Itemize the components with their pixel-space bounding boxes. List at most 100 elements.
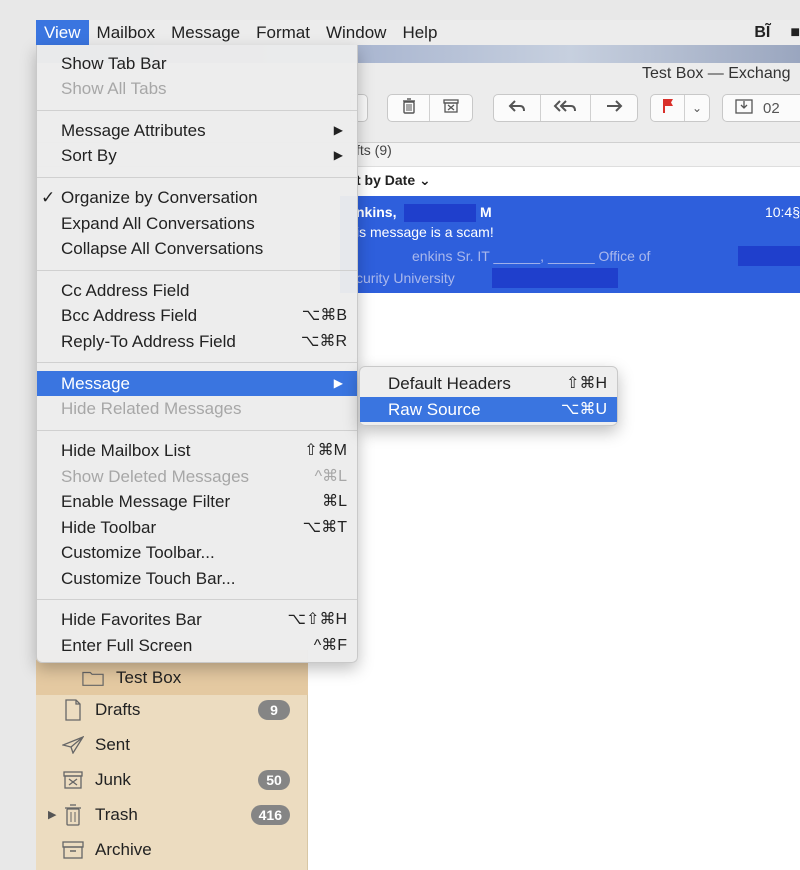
chevron-down-icon: ⌄: [691, 101, 703, 115]
menu-item-label: Raw Source: [388, 400, 481, 419]
status-menu-icon[interactable]: BĨ: [754, 24, 770, 42]
mailbox-sidebar: Test Box Drafts 9 Sent Junk 50 ▶ Trash 4…: [36, 650, 308, 870]
message-preview-line-2: curity University: [356, 270, 455, 286]
menu-item-label: Hide Related Messages: [61, 399, 242, 418]
menu-item-label: Collapse All Conversations: [61, 239, 264, 258]
menu-item-label: Message Attributes: [61, 121, 206, 140]
menu-item-label: Hide Toolbar: [61, 518, 157, 537]
menu-help[interactable]: Help: [394, 20, 445, 45]
reply-button[interactable]: [495, 95, 541, 121]
menu-item-organize-by-conversation[interactable]: ✓ Organize by Conversation: [37, 185, 357, 210]
menu-item-customize-touch-bar[interactable]: Customize Touch Bar...: [37, 566, 357, 591]
menu-item-message-attributes[interactable]: Message Attributes ▶: [37, 118, 357, 143]
menu-item-show-tab-bar[interactable]: Show Tab Bar: [37, 51, 357, 76]
message-preview-line-1: enkins Sr. IT ______, ______ Office of: [412, 248, 651, 264]
menu-item-bcc-address-field[interactable]: Bcc Address Field ⌥⌘B: [37, 303, 357, 328]
menu-extras: BĨ ■: [754, 20, 800, 45]
menu-item-sort-by[interactable]: Sort By ▶: [37, 143, 357, 168]
menu-item-enable-message-filter[interactable]: Enable Message Filter ⌘L: [37, 489, 357, 514]
menu-item-collapse-all-conversations[interactable]: Collapse All Conversations: [37, 236, 357, 261]
menu-item-default-headers[interactable]: Default Headers ⇧⌘H: [360, 371, 617, 396]
message-sender: nkins,: [356, 204, 397, 220]
keyboard-shortcut: ⌥⌘R: [301, 333, 347, 350]
menu-separator: [37, 110, 357, 111]
menu-mailbox[interactable]: Mailbox: [89, 20, 164, 45]
move-to-button[interactable]: 02: [722, 94, 800, 122]
junk-button[interactable]: [430, 95, 472, 121]
delete-button[interactable]: [388, 95, 430, 121]
keyboard-shortcut: ⌥⌘T: [302, 519, 347, 536]
reply-group: [493, 94, 638, 122]
submenu-arrow-icon: ▶: [333, 123, 343, 137]
flag-group: ⌄: [650, 94, 710, 122]
delete-junk-group: [387, 94, 473, 122]
sidebar-item-sent[interactable]: Sent: [36, 727, 308, 762]
message-row-selected[interactable]: nkins, M 10:4§ is message is a scam! enk…: [340, 196, 800, 293]
menu-item-enter-full-screen[interactable]: Enter Full Screen ^⌘F: [37, 633, 357, 658]
view-menu: Show Tab Bar Show All Tabs Message Attri…: [36, 45, 358, 663]
menu-window[interactable]: Window: [318, 20, 394, 45]
unread-count-badge: 416: [250, 804, 290, 825]
draft-icon: [62, 698, 84, 721]
menu-item-show-all-tabs: Show All Tabs: [37, 76, 357, 101]
forward-button[interactable]: [591, 95, 637, 121]
disclosure-triangle-icon[interactable]: ▶: [48, 808, 56, 821]
menu-separator: [37, 430, 357, 431]
menu-item-label: Reply-To Address Field: [61, 332, 236, 351]
forward-arrow-icon: [605, 99, 623, 117]
archive-icon: [62, 839, 84, 861]
junk-icon: [443, 99, 459, 117]
sidebar-item-label: Archive: [95, 839, 152, 859]
menu-message[interactable]: Message: [163, 20, 248, 45]
menu-item-label: Expand All Conversations: [61, 214, 255, 233]
menu-item-label: Sort By: [61, 146, 117, 165]
reply-all-button[interactable]: [541, 95, 591, 121]
move-to-mailbox-icon: [735, 98, 753, 118]
menu-item-raw-source[interactable]: Raw Source ⌥⌘U: [360, 397, 617, 422]
flag-dropdown-button[interactable]: ⌄: [685, 95, 709, 121]
status-menu-icon[interactable]: ■: [790, 24, 800, 42]
keyboard-shortcut: ⌘L: [322, 493, 347, 510]
sidebar-item-label: Drafts: [95, 699, 141, 719]
menu-item-label: Organize by Conversation: [61, 188, 258, 207]
menu-bar: View Mailbox Message Format Window Help …: [36, 20, 800, 45]
sidebar-item-test-box[interactable]: Test Box: [36, 660, 308, 695]
menu-item-customize-toolbar[interactable]: Customize Toolbar...: [37, 540, 357, 565]
menu-format[interactable]: Format: [248, 20, 318, 45]
menu-item-expand-all-conversations[interactable]: Expand All Conversations: [37, 211, 357, 236]
sidebar-item-drafts[interactable]: Drafts 9: [36, 692, 308, 727]
sidebar-item-label: Junk: [95, 769, 131, 789]
flag-button[interactable]: [651, 95, 685, 121]
keyboard-shortcut: ⌥⌘U: [561, 401, 607, 418]
keyboard-shortcut: ^⌘F: [313, 637, 347, 654]
message-submenu: Default Headers ⇧⌘H Raw Source ⌥⌘U: [359, 366, 618, 426]
menu-item-label: Customize Touch Bar...: [61, 569, 236, 588]
sidebar-item-trash[interactable]: ▶ Trash 416: [36, 797, 308, 832]
trash-icon: [402, 98, 416, 118]
sort-by-button[interactable]: t by Date ⌄: [356, 172, 431, 189]
flag-icon: [662, 98, 674, 118]
menu-item-reply-to-address-field[interactable]: Reply-To Address Field ⌥⌘R: [37, 329, 357, 354]
redacted-block: [738, 246, 800, 266]
menu-item-hide-favorites-bar[interactable]: Hide Favorites Bar ⌥⇧⌘H: [37, 607, 357, 632]
menu-item-label: Hide Favorites Bar: [61, 610, 202, 629]
menu-separator: [37, 362, 357, 363]
menu-view[interactable]: View: [36, 20, 89, 45]
unread-count-badge: 9: [258, 699, 290, 720]
message-subject: is message is a scam!: [356, 224, 494, 240]
sidebar-item-junk[interactable]: Junk 50: [36, 762, 308, 797]
sidebar-item-archive[interactable]: Archive: [36, 832, 308, 867]
paper-plane-icon: [62, 734, 84, 756]
menu-item-hide-mailbox-list[interactable]: Hide Mailbox List ⇧⌘M: [37, 438, 357, 463]
folder-icon: [82, 667, 104, 689]
menu-item-hide-toolbar[interactable]: Hide Toolbar ⌥⌘T: [37, 515, 357, 540]
menu-item-label: Show Tab Bar: [61, 54, 167, 73]
submenu-arrow-icon: ▶: [333, 148, 343, 162]
menu-item-message[interactable]: Message ▶: [37, 371, 357, 396]
move-to-label: 02: [763, 99, 780, 117]
window-title: Test Box — Exchang: [642, 65, 791, 82]
checkmark-icon: ✓: [41, 188, 56, 207]
menu-item-label: Cc Address Field: [61, 281, 190, 300]
menu-item-label: Enable Message Filter: [61, 492, 231, 511]
menu-item-cc-address-field[interactable]: Cc Address Field: [37, 278, 357, 303]
